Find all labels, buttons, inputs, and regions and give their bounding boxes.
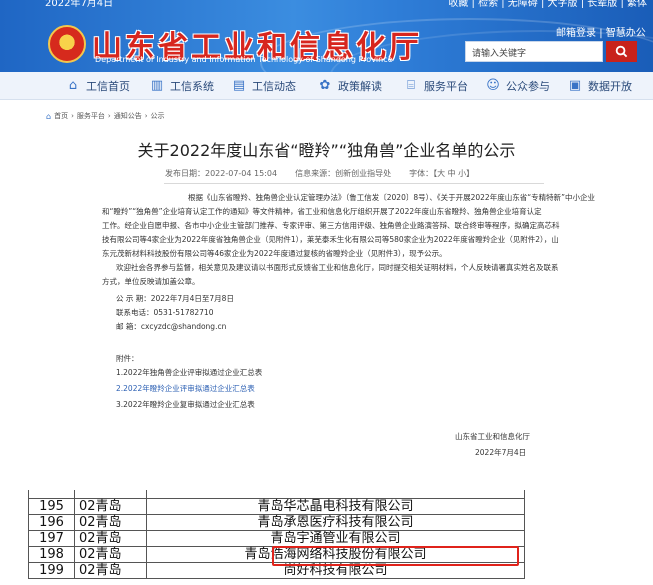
news-icon: ▤ [232,78,246,93]
search-input[interactable]: 请输入关键字 [465,41,603,62]
top-date: 2022年7月4日 [45,0,114,8]
breadcrumb-item-service[interactable]: 服务平台 [77,111,105,121]
publicity-period: 公 示 期：2022年7月4日至7月8日 [116,294,234,303]
nav-item-policy[interactable]: ✿ 政策解读 [318,77,382,95]
region-cell [74,490,147,499]
data-icon: ▣ [568,78,582,93]
meta-divider [164,183,544,184]
region-cell: 02青岛 [74,530,147,547]
mail-login-link[interactable]: 邮箱登录 [556,28,596,39]
nav-item-label: 工信动态 [252,80,296,93]
table-row [28,490,525,499]
body-paragraph: 根据《山东省瞪羚、独角兽企业认定管理办法》（鲁工信发〔2020〕8号）、《关于开… [188,193,595,202]
signature-org: 山东省工业和信息化厅 [455,432,530,441]
table-row: 195 02青岛 青岛华芯晶电科技有限公司 [28,498,525,515]
body-paragraph: 方式，单位反映请加盖公章。 [102,277,200,286]
breadcrumb-separator: › [107,112,111,120]
breadcrumb-item-publicity[interactable]: 公示 [151,111,165,121]
company-name-cell: 青岛宇通管业有限公司 [146,530,525,547]
breadcrumb-separator: › [71,112,74,120]
breadcrumb-item-notices[interactable]: 通知公告 [114,111,142,121]
nav-item-label: 数据开放 [588,80,632,93]
bank-icon: ⌸ [407,78,415,93]
body-paragraph: 欢迎社会各界参与监督，相关意见及建议请以书面形式反馈省工业和信息化厅，同时提交相… [116,263,559,272]
contact-phone: 联系电话：0531-51782710 [116,308,214,317]
site-subtitle: Department of Industry and Information T… [95,55,393,64]
publish-date: 发布日期：2022-07-04 15:04 [165,169,278,178]
region-cell: 02青岛 [74,498,147,515]
row-number [28,490,75,499]
nav-item-label: 工信系统 [170,80,214,93]
row-number: 199 [28,562,75,579]
search-button[interactable] [606,41,637,62]
attachment-link[interactable]: 3.2022年瞪羚企业复审拟通过企业汇总表 [116,398,255,412]
header-links: 邮箱登录 | 智慧办公 [556,24,646,39]
nav-item-system[interactable]: ▥ 工信系统 [150,77,214,95]
building-icon: ▥ [150,78,164,93]
top-utility-bar: 2022年7月4日 收藏 | 检索 | 无障碍 | 大字版 | 长辈版 | 繁体 [0,0,653,8]
nav-item-service[interactable]: ⌸ 服务平台 [404,77,468,95]
nav-item-label: 公众参与 [506,80,550,93]
row-number: 195 [28,498,75,515]
table-row: 197 02青岛 青岛宇通管业有限公司 [28,530,525,547]
nav-item-public[interactable]: ☺ 公众参与 [486,77,550,95]
nav-item-label: 政策解读 [338,80,382,93]
font-size-switcher[interactable]: 字体：【大 中 小】 [409,168,474,179]
site-header: 2022年7月4日 收藏 | 检索 | 无障碍 | 大字版 | 长辈版 | 繁体… [0,0,653,72]
nav-item-news[interactable]: ▤ 工信动态 [232,77,296,95]
region-cell: 02青岛 [74,562,147,579]
nav-item-label: 服务平台 [424,80,468,93]
info-source: 信息来源：创新创业指导处 [295,169,392,178]
highlight-box [272,546,519,566]
row-number: 198 [28,546,75,563]
article-meta: 发布日期：2022-07-04 15:04 信息来源：创新创业指导处 字体：【大… [165,168,474,179]
secondary-link[interactable]: 智慧办公 [606,28,646,39]
breadcrumb-separator: › [144,112,148,120]
breadcrumb: ⌂ 首页 › 服务平台 › 通知公告 › 公示 [46,111,165,121]
region-cell: 02青岛 [74,546,147,563]
attachment-link[interactable]: 1.2022年独角兽企业评审拟通过企业汇总表 [116,366,262,380]
main-nav: ⌂ 工信首页 ▥ 工信系统 ▤ 工信动态 ✿ 政策解读 ⌸ 服务平台 ☺ 公众参… [0,72,653,100]
table-row: 196 02青岛 青岛承恩医疗科技有限公司 [28,514,525,531]
national-emblem-icon: ★ [48,25,86,63]
contact-email: 邮 箱：cxcyzdc@shandong.cn [116,322,227,331]
attachment-link[interactable]: 2.2022年瞪羚企业评审拟通过企业汇总表 [116,382,255,396]
nav-item-home[interactable]: ⌂ 工信首页 [66,77,130,95]
location-icon: ⌂ [46,111,52,121]
company-list-sheet: 195 02青岛 青岛华芯晶电科技有限公司 196 02青岛 青岛承恩医疗科技有… [0,490,653,585]
region-cell: 02青岛 [74,514,147,531]
body-paragraph: 工作。经企业自愿申报、各市中小企业主管部门推荐、专家评审、第三方信用评级、独角兽… [102,221,560,230]
handshake-icon: ✿ [319,78,331,93]
signature-date: 2022年7月4日 [475,448,527,457]
top-utility-links[interactable]: 收藏 | 检索 | 无障碍 | 大字版 | 长辈版 | 繁体 [448,0,647,8]
body-paragraph: 和“瞪羚”“独角兽”企业培育认定工作的通知》等文件精神，省工业和信息化厅组织开展… [102,207,542,216]
company-name-cell: 青岛华芯晶电科技有限公司 [146,498,525,515]
company-name-cell: 青岛承恩医疗科技有限公司 [146,514,525,531]
attachments-label: 附件： [116,354,139,363]
search-icon [615,45,628,58]
nav-item-data[interactable]: ▣ 数据开放 [568,77,632,95]
company-name-cell [146,490,525,499]
body-paragraph: 技有限公司等4家企业为2022年度省独角兽企业（见附件1），莱芜泰禾生化有限公司… [102,235,559,244]
people-icon: ☺ [486,78,500,93]
home-icon: ⌂ [68,78,78,93]
nav-item-label: 工信首页 [86,80,130,93]
article-title: 关于2022年度山东省“瞪羚”“独角兽”企业名单的公示 [137,141,516,160]
row-number: 196 [28,514,75,531]
breadcrumb-item-home[interactable]: 首页 [54,111,68,121]
body-paragraph: 东元茂新材料科技股份有限公司等46家企业为2022年度通过复核的省瞪羚企业（见附… [102,249,447,258]
row-number: 197 [28,530,75,547]
